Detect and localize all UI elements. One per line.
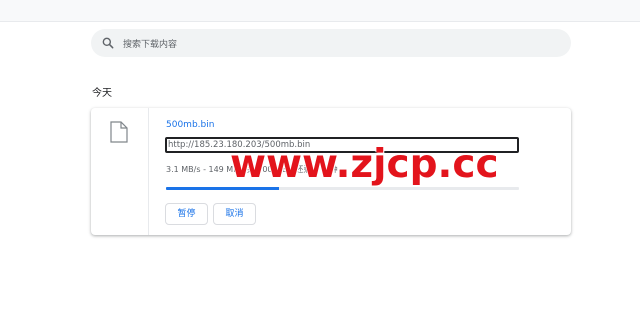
progress-bar-fill — [166, 187, 279, 190]
file-icon-column — [91, 108, 149, 235]
progress-bar — [166, 187, 519, 190]
search-icon — [102, 37, 114, 49]
pause-button[interactable]: 暂停 — [165, 203, 208, 225]
file-icon — [110, 121, 128, 143]
browser-top-bar — [0, 0, 640, 22]
search-bar[interactable]: 搜索下载内容 — [91, 29, 571, 57]
date-heading: 今天 — [92, 88, 112, 99]
search-input[interactable]: 搜索下载内容 — [123, 37, 177, 50]
watermark: www.zjcp.cc — [230, 142, 499, 187]
cancel-button[interactable]: 取消 — [213, 203, 256, 225]
file-name-link[interactable]: 500mb.bin — [166, 120, 214, 130]
